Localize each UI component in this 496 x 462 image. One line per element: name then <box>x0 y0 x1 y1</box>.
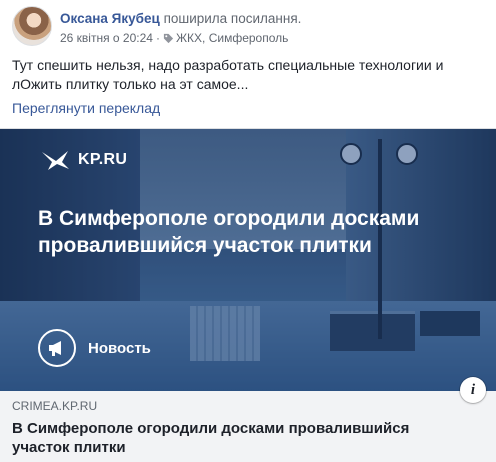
link-preview-image[interactable]: KP.RU В Симферополе огородили досками пр… <box>0 129 496 391</box>
post-title-line: Оксана Якубец поширила посилання. <box>60 10 484 27</box>
brand-name: KP.RU <box>78 151 128 168</box>
author-name-link[interactable]: Оксана Якубец <box>60 11 160 26</box>
megaphone-icon <box>38 329 76 367</box>
tag-icon <box>163 33 174 43</box>
author-avatar[interactable] <box>12 6 52 46</box>
post-subline: 26 квітня о 20:24 · ЖКХ, Симферополь <box>60 30 484 46</box>
post-meta: Оксана Якубец поширила посилання. 26 кві… <box>60 10 484 46</box>
link-caption[interactable]: CRIMEA.KP.RU В Симферополе огородили дос… <box>0 391 496 462</box>
swallow-logo-icon <box>42 151 69 170</box>
image-headline: В Симферополе огородили досками провалив… <box>38 207 420 257</box>
share-action-text: поширила посилання. <box>163 11 302 26</box>
see-translation-link[interactable]: Переглянути переклад <box>12 100 160 116</box>
meta-separator: · <box>155 31 160 45</box>
info-icon[interactable]: i <box>460 377 486 403</box>
post-tag-link[interactable]: ЖКХ, Симферополь <box>176 30 288 46</box>
link-preview-card[interactable]: KP.RU В Симферополе огородили досками пр… <box>0 128 496 462</box>
link-title[interactable]: В Симферополе огородили досками провалив… <box>12 419 452 457</box>
post-header: Оксана Якубец поширила посилання. 26 кві… <box>12 6 484 48</box>
link-domain: CRIMEA.KP.RU <box>12 399 98 413</box>
kp-brand: KP.RU <box>40 149 127 171</box>
news-badge-label: Новость <box>88 339 151 357</box>
news-badge: Новость <box>38 329 151 367</box>
post-text: Тут спешить нельзя, надо разработать спе… <box>12 57 444 92</box>
post-timestamp-link[interactable]: 26 квітня о 20:24 <box>60 30 153 46</box>
